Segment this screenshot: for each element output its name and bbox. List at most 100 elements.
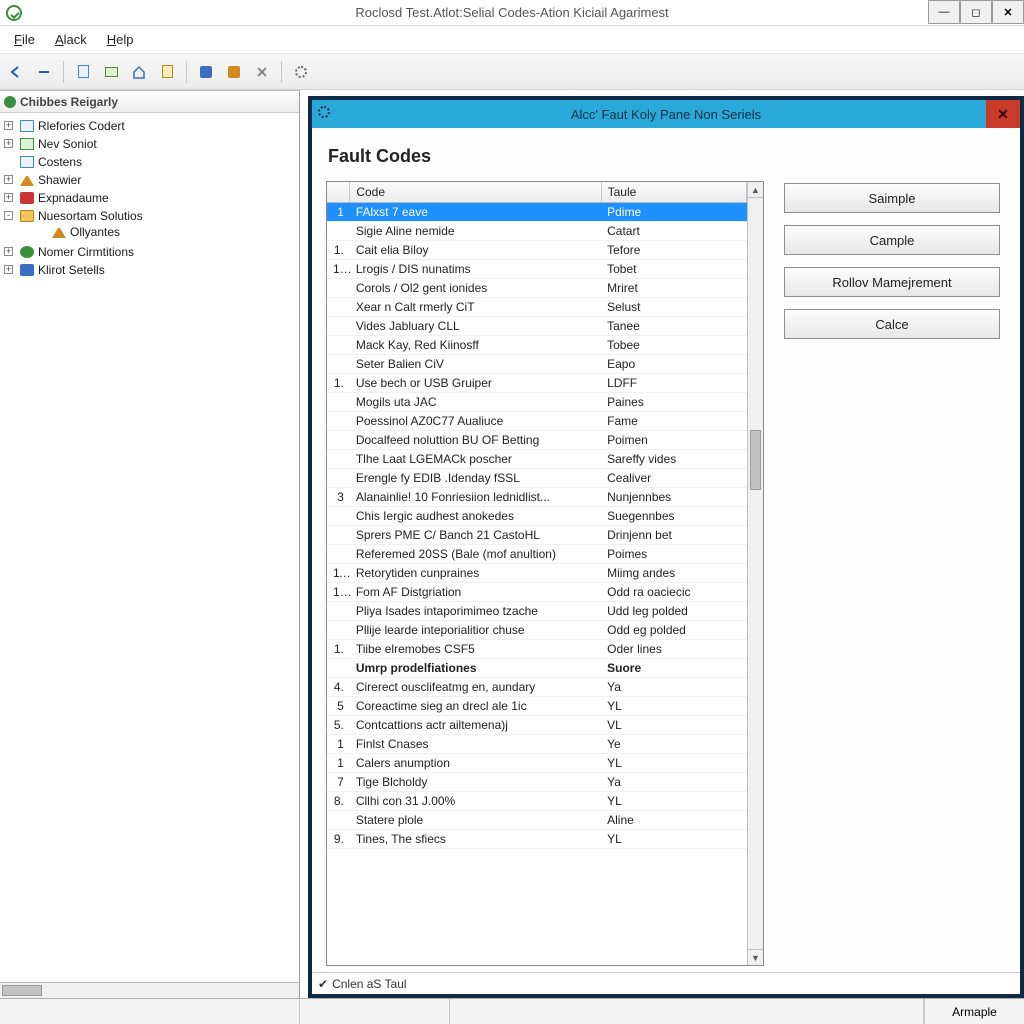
window-titlebar: Roclosd Test.Atlot:Selial Codes-Ation Ki…: [0, 0, 1024, 26]
tree-expander-icon[interactable]: +: [4, 175, 13, 184]
table-row[interactable]: Tlhe Laat LGEMACk poscherSareffy vides: [327, 450, 747, 469]
cell-num: [327, 469, 350, 488]
tree-node[interactable]: Costens: [4, 153, 299, 171]
save-icon[interactable]: [194, 60, 218, 84]
monitor-icon[interactable]: [99, 60, 123, 84]
table-row[interactable]: Referemed 20SS (Bale (mof anultion)Poime…: [327, 545, 747, 564]
table-row[interactable]: Poessinol AZ0C77 AualiuceFame: [327, 412, 747, 431]
cell-code: Chis Iergic audhest anokedes: [350, 507, 601, 526]
table-row[interactable]: Mogils uta JACPaines: [327, 393, 747, 412]
tree-expander-icon[interactable]: +: [4, 265, 13, 274]
table-row[interactable]: Corols / Ol2 gent ionidesMriret: [327, 279, 747, 298]
cample-button[interactable]: Cample: [784, 225, 1000, 255]
tree-node-label: Shawier: [38, 173, 81, 187]
subwindow-close-button[interactable]: ✕: [986, 100, 1020, 128]
cell-code: Corols / Ol2 gent ionides: [350, 279, 601, 298]
tools-icon[interactable]: [250, 60, 274, 84]
table-row[interactable]: Docalfeed noluttion BU OF BettingPoimen: [327, 431, 747, 450]
calce-button[interactable]: Calce: [784, 309, 1000, 339]
tree-expander-icon[interactable]: +: [4, 139, 13, 148]
table-row[interactable]: Pllije learde inteporialitior chuseOdd e…: [327, 621, 747, 640]
tree-node[interactable]: + Shawier: [4, 171, 299, 189]
scroll-up-icon[interactable]: ▲: [748, 182, 763, 198]
tree-node[interactable]: +Expnadaume: [4, 189, 299, 207]
cell-code: Tlhe Laat LGEMACk poscher: [350, 450, 601, 469]
table-row[interactable]: Statere ploleAline: [327, 811, 747, 830]
table-row[interactable]: Sprers PME C/ Banch 21 CastoHLDrinjenn b…: [327, 526, 747, 545]
table-row[interactable]: 1.Cait elia BiloyTefore: [327, 241, 747, 260]
scroll-thumb[interactable]: [750, 430, 761, 490]
table-row[interactable]: Sigie Aline nemideCatart: [327, 222, 747, 241]
menu-file[interactable]: File: [4, 30, 45, 49]
tree-expander-icon[interactable]: +: [4, 247, 13, 256]
table-row[interactable]: Seter Balien CiVEapo: [327, 355, 747, 374]
minus-icon[interactable]: [32, 60, 56, 84]
tree-expander-icon[interactable]: -: [4, 211, 13, 220]
cell-code: Coreactime sieg an drecl ale 1ic: [350, 697, 601, 716]
table-row[interactable]: 1.Use bech or USB GruiperLDFF: [327, 374, 747, 393]
table-row[interactable]: Chis Iergic audhest anokedesSuegennbes: [327, 507, 747, 526]
table-row[interactable]: 3Alanainlie! 10 Fonriesiion lednidlist..…: [327, 488, 747, 507]
copy-icon[interactable]: [71, 60, 95, 84]
table-row[interactable]: Erengle fy EDIB .Idenday fSSLCealiver: [327, 469, 747, 488]
tree-header-label: Chibbes Reigarly: [20, 95, 118, 109]
menu-help[interactable]: Help: [97, 30, 144, 49]
tree-node[interactable]: -Nuesortam SolutiosOllyantes: [4, 207, 299, 243]
cell-taule: Ya: [601, 678, 746, 697]
table-row[interactable]: 12.Lrogis / DIS nunatimsTobet: [327, 260, 747, 279]
db-icon[interactable]: [222, 60, 246, 84]
cell-taule: Tefore: [601, 241, 746, 260]
table-row[interactable]: 11.Retorytiden cunprainesMiimg andes: [327, 564, 747, 583]
column-header-num[interactable]: [327, 182, 350, 203]
back-arrow-icon[interactable]: [4, 60, 28, 84]
tree-body[interactable]: +Rlefories Codert+Nev SoniotCostens + Shaw…: [0, 113, 299, 998]
table-row[interactable]: 1Calers anumptionYL: [327, 754, 747, 773]
table-row[interactable]: 5Coreactime sieg an drecl ale 1icYL: [327, 697, 747, 716]
scroll-down-icon[interactable]: ▼: [748, 949, 763, 965]
cell-num: [327, 355, 350, 374]
table-row[interactable]: Pliya Isades intaporimimeo tzacheUdd leg…: [327, 602, 747, 621]
tree-node-icon: [52, 226, 66, 238]
table-vertical-scrollbar[interactable]: ▲ ▼: [747, 182, 763, 965]
table-row[interactable]: 12.Fom AF DistgriationOdd ra oaciecic: [327, 583, 747, 602]
tree-node[interactable]: +Nomer Cirmtitions: [4, 243, 299, 261]
tree-header: Chibbes Reigarly: [0, 91, 299, 113]
tree-horizontal-scrollbar[interactable]: [0, 982, 299, 998]
table-row[interactable]: Mack Kay, Red KiinosffTobee: [327, 336, 747, 355]
cell-num: [327, 545, 350, 564]
column-header-taule[interactable]: Taule: [601, 182, 746, 203]
tree-expander-icon[interactable]: +: [4, 193, 13, 202]
home-icon[interactable]: [127, 60, 151, 84]
table-row[interactable]: 8.Cllhi con 31 J.00%YL: [327, 792, 747, 811]
cell-code: Sigie Aline nemide: [350, 222, 601, 241]
table-row[interactable]: Umrp prodelfiationesSuore: [327, 659, 747, 678]
table-row[interactable]: 1FAlxst 7 eavePdime: [327, 203, 747, 222]
table-row[interactable]: Xear n Calt rmerly CiTSelust: [327, 298, 747, 317]
close-button[interactable]: ✕: [992, 0, 1024, 24]
tree-node-icon: [20, 138, 34, 150]
tree-node[interactable]: +Klirot Setells: [4, 261, 299, 279]
tree-node[interactable]: +Rlefories Codert: [4, 117, 299, 135]
table-row[interactable]: 7Tige BlcholdyYa: [327, 773, 747, 792]
rollov-management-button[interactable]: Rollov Mamejrement: [784, 267, 1000, 297]
table-row[interactable]: 1.Tiibe elremobes CSF5Oder lines: [327, 640, 747, 659]
table-row[interactable]: 1Finlst CnasesYe: [327, 735, 747, 754]
table-row[interactable]: 9.Tines, The sfiecsYL: [327, 830, 747, 849]
fault-codes-table[interactable]: Code Taule 1FAlxst 7 eavePdimeSigie Alin…: [326, 181, 764, 966]
tree-expander-icon[interactable]: +: [4, 121, 13, 130]
tree-node[interactable]: Ollyantes: [36, 223, 299, 241]
settings-gear-icon[interactable]: [289, 60, 313, 84]
clipboard-icon[interactable]: [155, 60, 179, 84]
maximize-button[interactable]: ◻: [960, 0, 992, 24]
tree-header-icon: [4, 96, 16, 108]
table-row[interactable]: Vides Jabluary CLLTanee: [327, 317, 747, 336]
column-header-code[interactable]: Code: [350, 182, 601, 203]
menu-alack[interactable]: Alack: [45, 30, 97, 49]
subwindow-titlebar[interactable]: Alcc' Faut Koly Pane Non Seriels ✕: [312, 100, 1020, 128]
minimize-button[interactable]: —: [928, 0, 960, 24]
table-row[interactable]: 5.Contcattions actr ailtemena)jVL: [327, 716, 747, 735]
table-row[interactable]: 4.Cirerect ousclifeatmg en, aundaryYa: [327, 678, 747, 697]
tree-node[interactable]: +Nev Soniot: [4, 135, 299, 153]
sample-button[interactable]: Saimple: [784, 183, 1000, 213]
cell-code: Pllije learde inteporialitior chuse: [350, 621, 601, 640]
